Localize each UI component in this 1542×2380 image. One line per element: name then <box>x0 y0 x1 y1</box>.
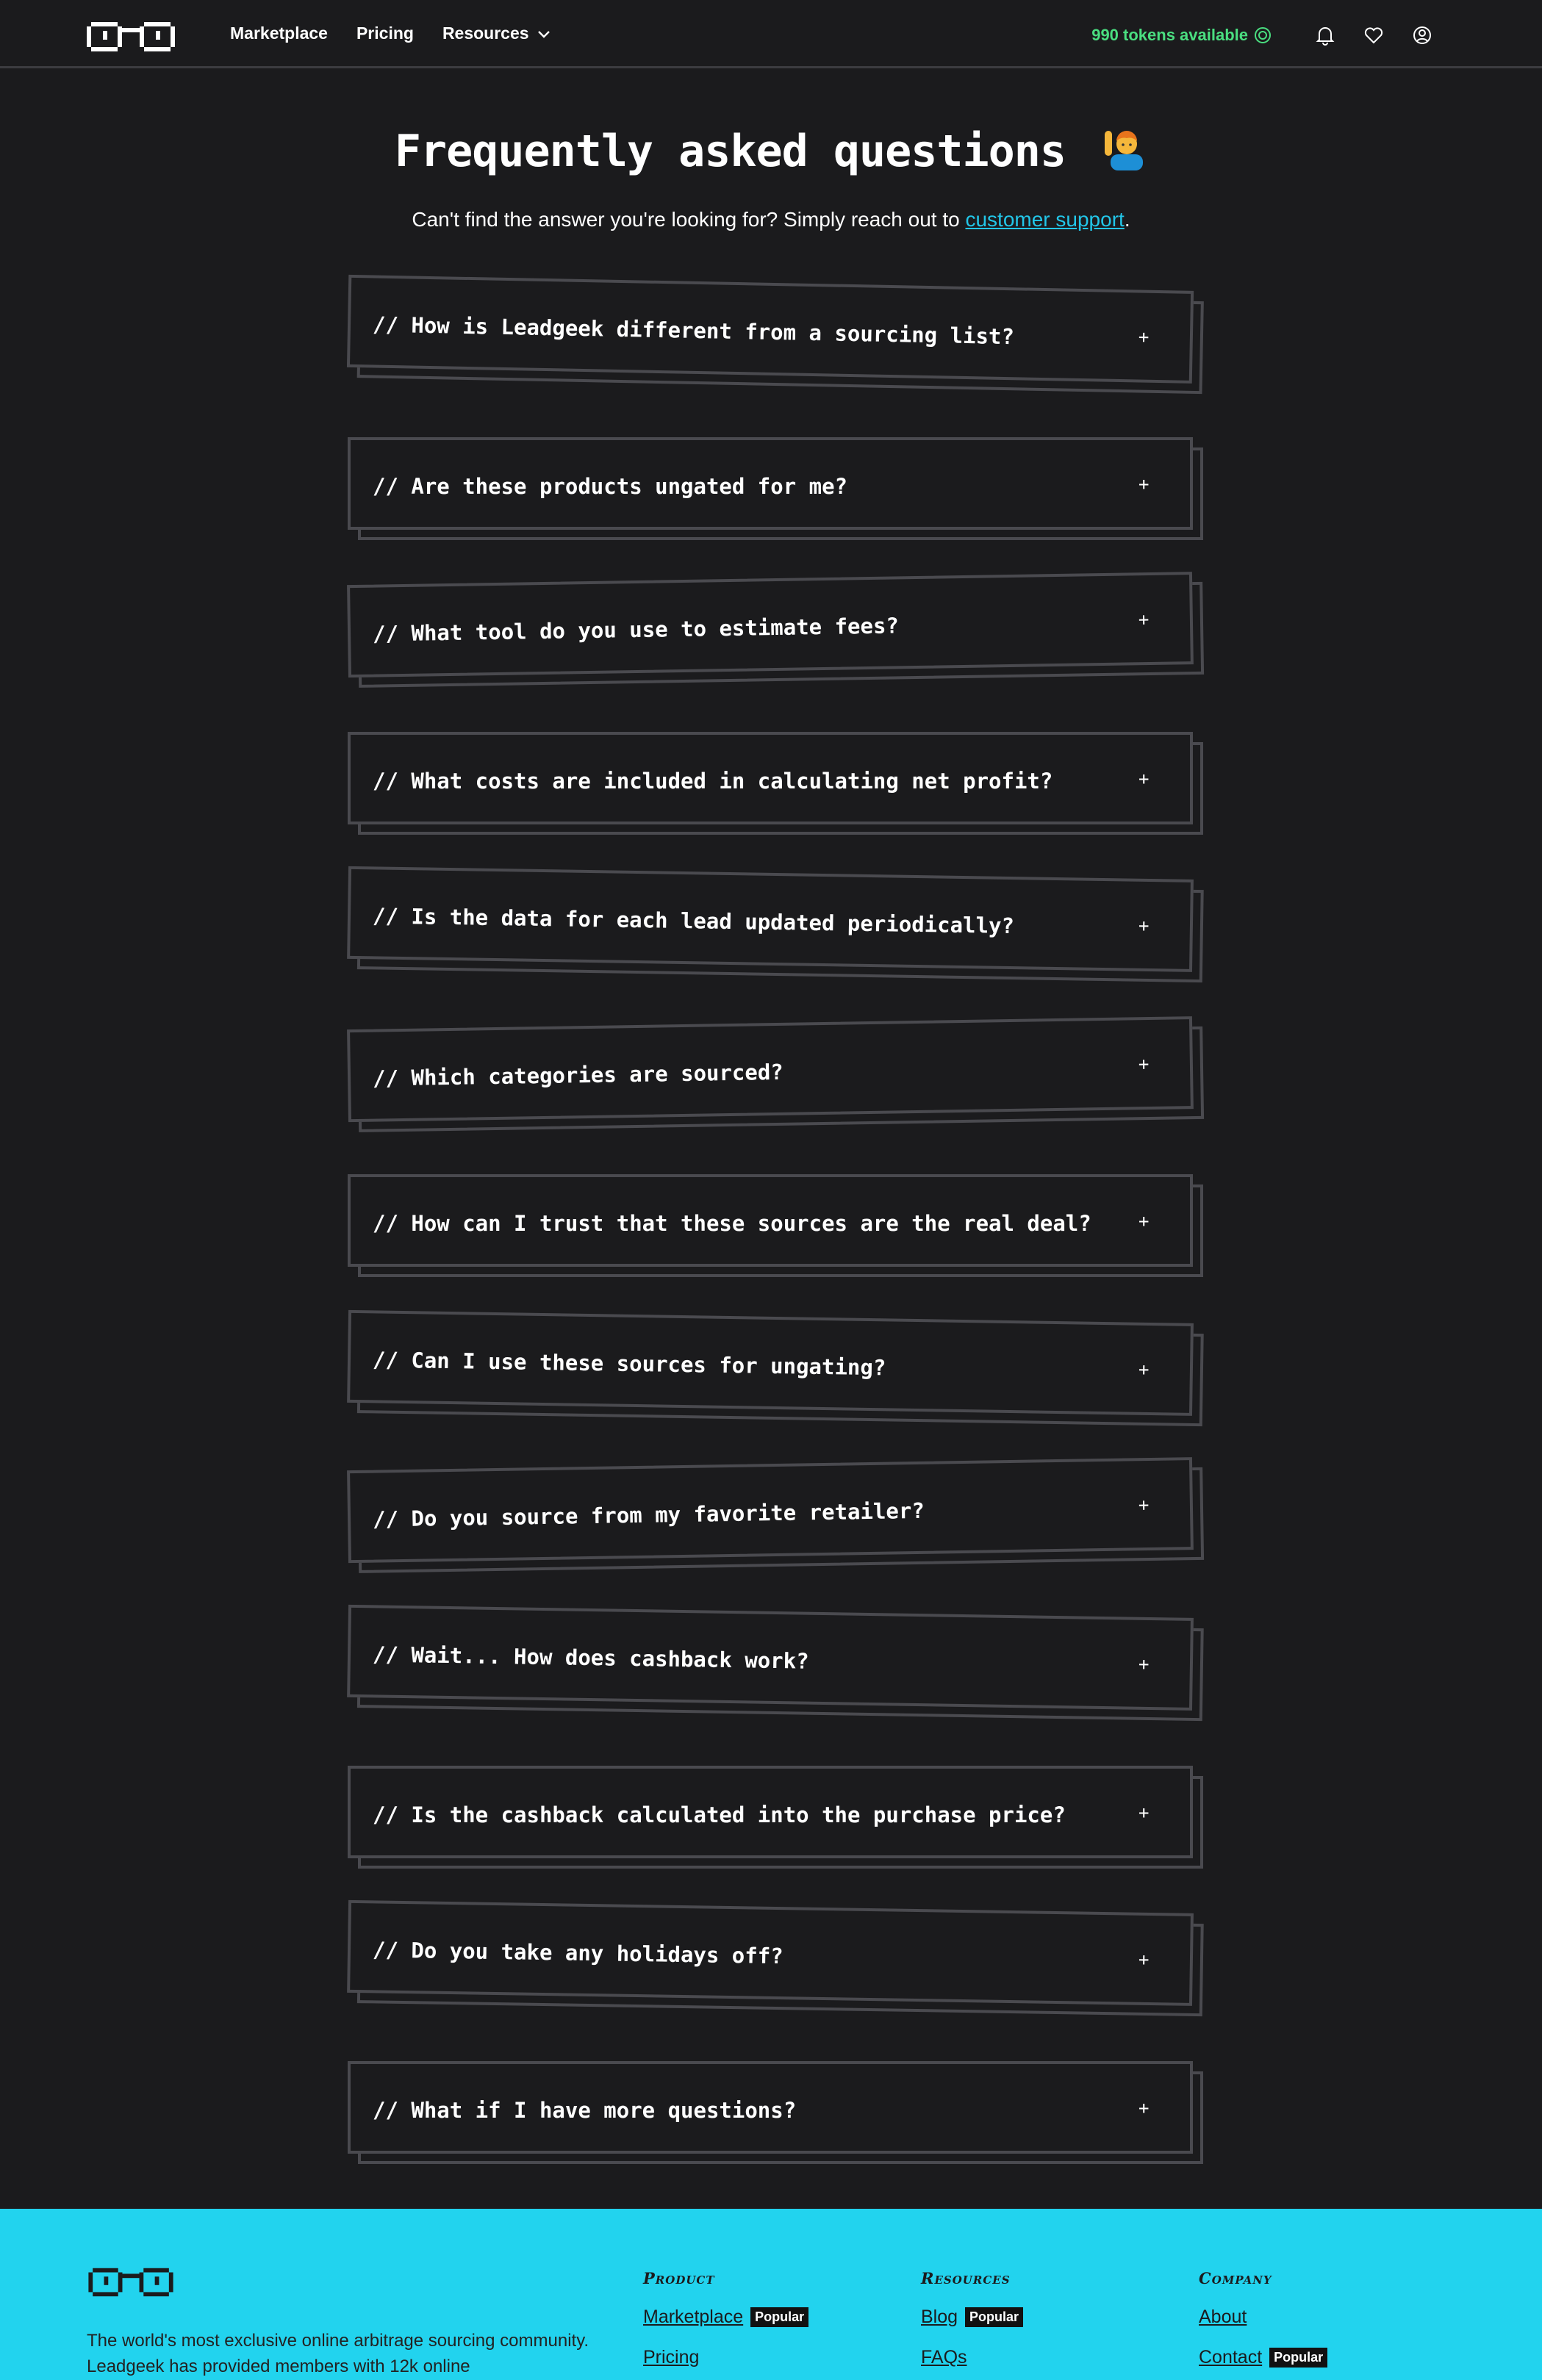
leadgeek-glasses-logo-footer[interactable] <box>87 2264 175 2299</box>
footer-link-about[interactable]: About <box>1199 2307 1247 2328</box>
footer-heading-company: Company <box>1199 2269 1272 2287</box>
faq-item[interactable]: // Wait... How does cashback work? + <box>347 1604 1204 1722</box>
footer-link-contact[interactable]: Contact <box>1199 2347 1262 2368</box>
popular-badge: Popular <box>965 2307 1024 2327</box>
faq-card: // Which categories are sourced? + <box>347 1016 1194 1123</box>
footer-description: The world's most exclusive online arbitr… <box>87 2331 589 2376</box>
faq-question: // How is Leadgeek different from a sour… <box>372 312 1015 350</box>
faq-question: // What costs are included in calculatin… <box>373 769 1053 794</box>
faq-item[interactable]: // How is Leadgeek different from a sour… <box>346 274 1204 395</box>
footer-column-product: Product Marketplace Popular Pricing <box>643 2269 809 2368</box>
page-subtitle: Can't find the answer you're looking for… <box>0 208 1542 231</box>
faq-question: // Are these products ungated for me? <box>373 474 848 499</box>
faq-question: // Do you source from my favorite retail… <box>372 1498 925 1532</box>
faq-item[interactable]: // What if I have more questions? + <box>348 2061 1203 2164</box>
top-navbar: Marketplace Pricing Resources 990 tokens… <box>0 0 1542 68</box>
footer-link-marketplace[interactable]: Marketplace <box>643 2307 743 2328</box>
faq-item[interactable]: // How can I trust that these sources ar… <box>348 1174 1203 1277</box>
faq-question: // What if I have more questions? <box>373 2098 797 2123</box>
faq-item[interactable]: // Is the cashback calculated into the p… <box>348 1766 1203 1869</box>
expand-plus-icon[interactable]: + <box>1138 1802 1149 1823</box>
faq-question: // How can I trust that these sources ar… <box>373 1211 1091 1236</box>
expand-plus-icon[interactable]: + <box>1138 1654 1150 1675</box>
faq-card: // What costs are included in calculatin… <box>348 732 1193 824</box>
popular-badge: Popular <box>750 2307 809 2327</box>
nav-pricing-link[interactable]: Pricing <box>356 24 414 43</box>
footer-link-faqs[interactable]: FAQs <box>921 2347 967 2368</box>
faq-card: // What tool do you use to estimate fees… <box>347 572 1194 678</box>
nav-pricing-label: Pricing <box>356 24 414 43</box>
faq-item[interactable]: // Do you take any holidays off? + <box>347 1899 1204 2017</box>
footer-link-pricing[interactable]: Pricing <box>643 2347 699 2368</box>
raising-hand-icon <box>1105 131 1144 170</box>
token-coin-icon <box>1255 27 1271 43</box>
expand-plus-icon[interactable]: + <box>1138 1211 1149 1232</box>
leadgeek-glasses-logo[interactable] <box>87 18 175 54</box>
subtitle-text: Can't find the answer you're looking for… <box>412 208 966 231</box>
expand-plus-icon[interactable]: + <box>1138 609 1150 630</box>
favorites-button[interactable] <box>1349 21 1398 50</box>
page-title: Frequently asked questions <box>0 125 1542 177</box>
page-title-text: Frequently asked questions <box>394 126 1066 177</box>
expand-plus-icon[interactable]: + <box>1138 326 1150 347</box>
account-button[interactable] <box>1398 21 1446 50</box>
heart-icon <box>1364 27 1383 44</box>
nav-resources-label: Resources <box>442 24 529 43</box>
faq-question: // Wait... How does cashback work? <box>372 1642 809 1674</box>
subtitle-period: . <box>1124 208 1130 231</box>
nav-resources-dropdown[interactable]: Resources <box>442 24 551 43</box>
faq-card: // How can I trust that these sources ar… <box>348 1174 1193 1267</box>
tokens-indicator[interactable]: 990 tokens available <box>1091 26 1272 45</box>
faq-card: // Do you take any holidays off? + <box>347 1899 1194 2006</box>
footer-heading-product: Product <box>643 2269 715 2287</box>
expand-plus-icon[interactable]: + <box>1138 1359 1150 1380</box>
customer-support-link[interactable]: customer support <box>965 208 1124 231</box>
faq-card: // Can I use these sources for ungating?… <box>347 1309 1194 1416</box>
faq-question: // Do you take any holidays off? <box>372 1937 783 1969</box>
notifications-button[interactable] <box>1301 21 1349 50</box>
bell-icon <box>1316 27 1335 46</box>
faq-item[interactable]: // Which categories are sourced? + <box>347 1016 1205 1132</box>
faq-item[interactable]: // Can I use these sources for ungating?… <box>347 1309 1204 1427</box>
nav-marketplace-label: Marketplace <box>230 24 328 43</box>
faq-item[interactable]: // Is the data for each lead updated per… <box>347 866 1204 983</box>
expand-plus-icon[interactable]: + <box>1138 1949 1150 1970</box>
expand-plus-icon[interactable]: + <box>1138 1495 1150 1515</box>
expand-plus-icon[interactable]: + <box>1138 1054 1150 1074</box>
faq-card: // Is the data for each lead updated per… <box>347 866 1194 972</box>
expand-plus-icon[interactable]: + <box>1138 2098 1149 2118</box>
faq-card: // Is the cashback calculated into the p… <box>348 1766 1193 1858</box>
footer-column-company: Company About Contact Popular <box>1199 2269 1328 2368</box>
faq-item[interactable]: // Are these products ungated for me? + <box>348 437 1203 540</box>
site-footer: The world's most exclusive online arbitr… <box>0 2209 1542 2380</box>
faq-item[interactable]: // Do you source from my favorite retail… <box>347 1457 1205 1573</box>
faq-question: // Is the data for each lead updated per… <box>372 903 1015 939</box>
expand-plus-icon[interactable]: + <box>1138 916 1150 936</box>
footer-heading-resources: Resources <box>921 2269 1011 2287</box>
faq-item[interactable]: // What tool do you use to estimate fees… <box>347 572 1205 688</box>
faq-question: // Can I use these sources for ungating? <box>372 1347 886 1381</box>
faq-card: // Do you source from my favorite retail… <box>347 1457 1194 1564</box>
faq-card: // How is Leadgeek different from a sour… <box>346 274 1194 384</box>
tokens-label: 990 tokens available <box>1091 26 1248 44</box>
expand-plus-icon[interactable]: + <box>1138 769 1149 789</box>
faq-item[interactable]: // What costs are included in calculatin… <box>348 732 1203 835</box>
chevron-down-icon <box>537 30 550 38</box>
faq-card: // Wait... How does cashback work? + <box>347 1604 1194 1711</box>
footer-column-resources: Resources Blog Popular FAQs <box>921 2269 1024 2368</box>
faq-card: // What if I have more questions? + <box>348 2061 1193 2154</box>
expand-plus-icon[interactable]: + <box>1138 474 1149 495</box>
faq-question: // What tool do you use to estimate fees… <box>372 613 900 647</box>
faq-card: // Are these products ungated for me? + <box>348 437 1193 530</box>
popular-badge: Popular <box>1269 2348 1328 2368</box>
faq-question: // Which categories are sourced? <box>372 1059 784 1091</box>
footer-link-blog[interactable]: Blog <box>921 2307 958 2328</box>
nav-marketplace-link[interactable]: Marketplace <box>230 24 328 43</box>
faq-question: // Is the cashback calculated into the p… <box>373 1802 1066 1827</box>
user-circle-icon <box>1413 26 1431 44</box>
